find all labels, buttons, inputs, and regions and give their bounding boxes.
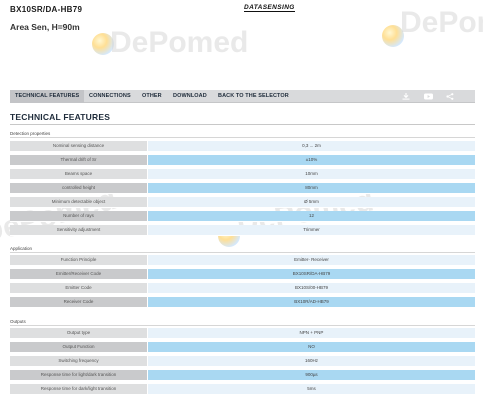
- property-name: Response time for light/dark transition: [10, 370, 147, 380]
- product-header: BX10SR/DA-HB79 Area Sen, H=90m DATASENSI…: [0, 0, 483, 60]
- property-name: Sensitivity adjustment: [10, 225, 147, 235]
- table-row: Sensitivity adjustment Trimmer: [10, 225, 475, 236]
- property-value: 160Hz: [148, 356, 475, 366]
- table-row: Thermal drift of Sr ±10%: [10, 155, 475, 166]
- property-name: Number of rays: [10, 211, 147, 221]
- tab-bar: TECHNICAL FEATURES CONNECTIONS OTHER DOW…: [10, 90, 475, 103]
- youtube-icon[interactable]: [424, 93, 433, 100]
- table-row: Function Principle Emitter- Receiver: [10, 255, 475, 266]
- section-title: TECHNICAL FEATURES: [10, 112, 111, 122]
- property-value: 5ms: [148, 384, 475, 394]
- property-name: Emitter Code: [10, 283, 147, 293]
- group-divider: [10, 137, 475, 138]
- table-row: Switching frequency 160Hz: [10, 356, 475, 367]
- table-row: Minimum detectable object Ø 5mm: [10, 197, 475, 208]
- property-name: Minimum detectable object: [10, 197, 147, 207]
- property-value: ±10%: [148, 155, 475, 165]
- property-value: BX10SR/DA-HB79: [148, 269, 475, 279]
- property-name: Emitter/Receiver Code: [10, 269, 147, 279]
- property-value: Emitter- Receiver: [148, 255, 475, 265]
- table-row: Emitter Code BX10S/00-HB79: [10, 283, 475, 294]
- property-name: Response time for dark/light transition: [10, 384, 147, 394]
- table-row: Output type NPN + PNP: [10, 328, 475, 339]
- tab-other[interactable]: OTHER: [137, 90, 167, 103]
- property-name: Function Principle: [10, 255, 147, 265]
- title-divider: [10, 124, 475, 125]
- property-name: controlled height: [10, 183, 147, 193]
- tab-back-to-selector[interactable]: BACK TO THE SELECTOR: [213, 90, 294, 103]
- property-value: BX10R/AD-HB79: [148, 297, 475, 307]
- table-row: controlled height 80mm: [10, 183, 475, 194]
- group-label-outputs: Outputs: [10, 319, 26, 324]
- property-value: 0,3 ... 2m: [148, 141, 475, 151]
- table-row: Response time for light/dark transition …: [10, 370, 475, 381]
- table-row: Output Function NO: [10, 342, 475, 353]
- group-label-detection: Detection properties: [10, 131, 51, 136]
- tab-connections[interactable]: CONNECTIONS: [84, 90, 136, 103]
- table-row: Number of rays 12: [10, 211, 475, 222]
- property-name: Beams space: [10, 169, 147, 179]
- property-value: 12: [148, 211, 475, 221]
- property-value: NPN + PNP: [148, 328, 475, 338]
- tab-download[interactable]: DOWNLOAD: [168, 90, 212, 103]
- property-value: 80mm: [148, 183, 475, 193]
- property-value: Ø 5mm: [148, 197, 475, 207]
- property-name: Thermal drift of Sr: [10, 155, 147, 165]
- property-value: Trimmer: [148, 225, 475, 235]
- property-value: 10mm: [148, 169, 475, 179]
- tab-technical-features[interactable]: TECHNICAL FEATURES: [10, 90, 85, 103]
- group-divider: [10, 325, 475, 326]
- table-row: Response time for dark/light transition …: [10, 384, 475, 395]
- property-name: Output Function: [10, 342, 147, 352]
- group-label-application: Application: [10, 246, 33, 251]
- share-icon[interactable]: [446, 93, 454, 100]
- product-code: BX10SR/DA-HB79: [10, 5, 83, 14]
- property-name: Output type: [10, 328, 147, 338]
- property-value: 900µs: [148, 370, 475, 380]
- property-name: Nominal sensing distance: [10, 141, 147, 151]
- brand-logo: DATASENSING: [244, 4, 295, 12]
- product-subtitle: Area Sen, H=90m: [10, 22, 80, 32]
- group-divider: [10, 252, 475, 253]
- table-row: Receiver Code BX10R/AD-HB79: [10, 297, 475, 308]
- property-value: BX10S/00-HB79: [148, 283, 475, 293]
- table-row: Emitter/Receiver Code BX10SR/DA-HB79: [10, 269, 475, 280]
- property-name: Receiver Code: [10, 297, 147, 307]
- property-name: Switching frequency: [10, 356, 147, 366]
- table-row: Beams space 10mm: [10, 169, 475, 180]
- download-icon[interactable]: [402, 93, 410, 100]
- table-row: Nominal sensing distance 0,3 ... 2m: [10, 141, 475, 152]
- property-value: NO: [148, 342, 475, 352]
